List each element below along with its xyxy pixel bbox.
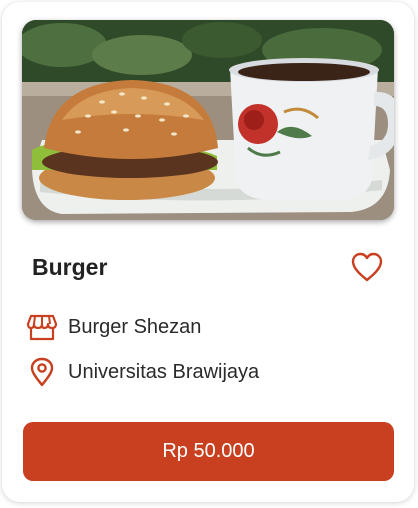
shop-row: Burger Shezan xyxy=(26,312,201,342)
shop-name: Burger Shezan xyxy=(68,315,202,338)
storefront-icon xyxy=(26,312,58,342)
location-name: Universitas Brawijaya xyxy=(68,360,260,383)
map-pin-icon xyxy=(26,357,58,387)
location-row: Universitas Brawijaya xyxy=(26,357,259,387)
product-name: Burger xyxy=(32,254,108,280)
price-label: Rp 50.000 xyxy=(162,440,255,462)
heart-outline-icon xyxy=(350,251,384,283)
food-photo xyxy=(22,20,394,220)
price-button[interactable]: Rp 50.000 xyxy=(23,422,394,481)
favorite-button[interactable] xyxy=(350,251,384,283)
food-card[interactable]: Burger Burger Shezan Universitas Brawija… xyxy=(2,2,414,502)
